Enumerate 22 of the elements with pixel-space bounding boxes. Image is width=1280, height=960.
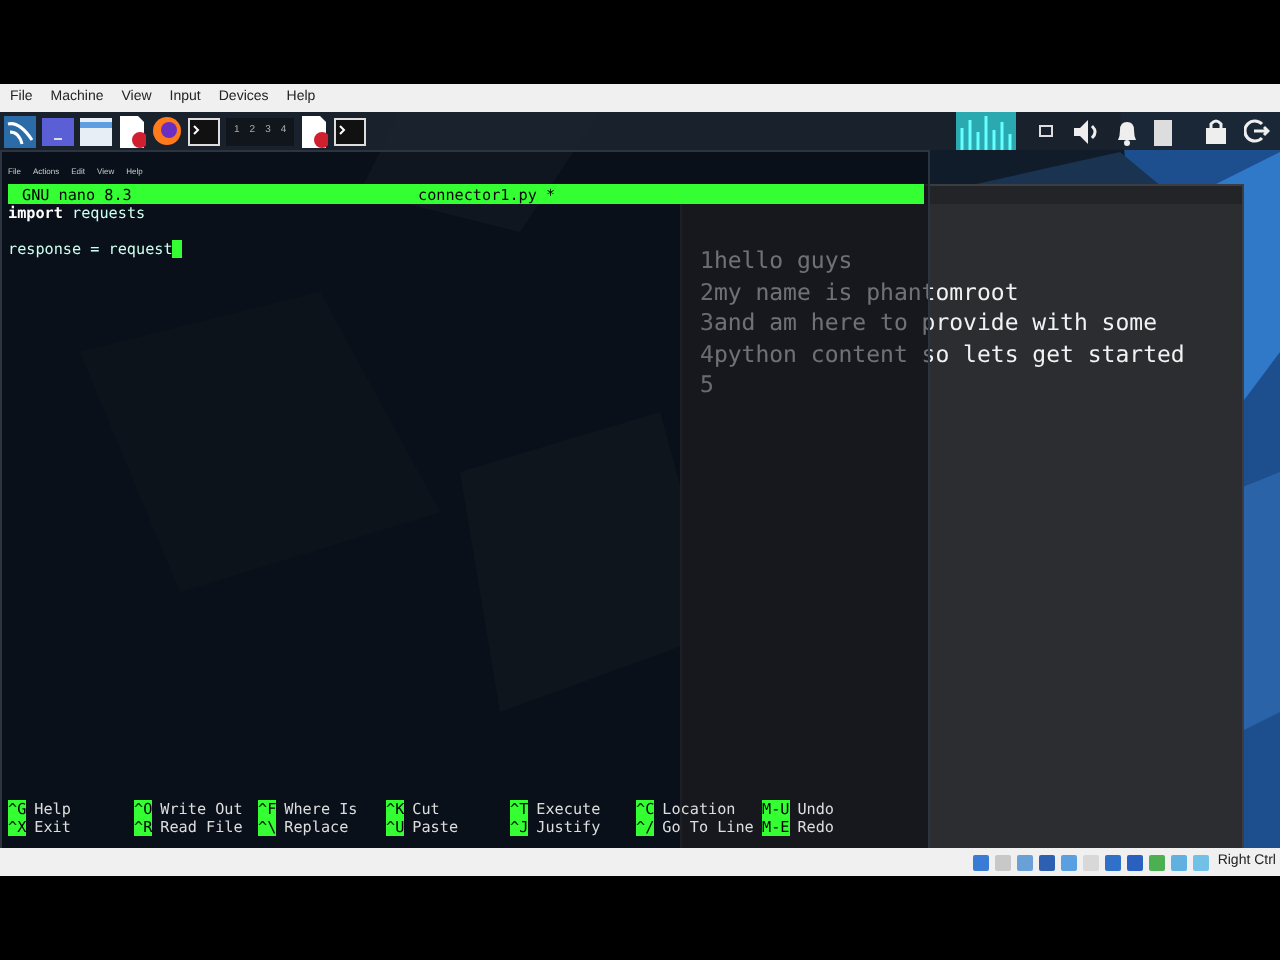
text-line: my name is phantomroot xyxy=(713,277,1019,308)
line-number: 4 xyxy=(700,339,714,370)
audio-visualizer-icon xyxy=(956,112,1016,150)
text-line: hello guys xyxy=(713,246,853,277)
battery-icon[interactable] xyxy=(1154,117,1172,145)
text-cursor xyxy=(172,240,182,258)
logout-icon[interactable] xyxy=(1244,118,1270,144)
bell-icon[interactable] xyxy=(1114,117,1140,145)
square-icon[interactable] xyxy=(1038,123,1054,139)
terminal-icon[interactable] xyxy=(334,117,367,145)
browser-icon[interactable] xyxy=(152,116,182,146)
lock-icon[interactable] xyxy=(1206,118,1226,144)
line-number: 5 xyxy=(700,370,714,401)
text-line: and am here to provide with some xyxy=(713,308,1157,339)
line-number: 2 xyxy=(700,277,714,308)
terminal-icon[interactable] xyxy=(188,117,220,145)
document-icon[interactable] xyxy=(300,115,329,147)
document-icon[interactable] xyxy=(118,115,146,147)
line-number: 1 xyxy=(700,246,714,277)
volume-icon[interactable] xyxy=(1072,117,1100,145)
folder-icon[interactable] xyxy=(80,117,112,145)
line-number: 3 xyxy=(700,308,714,339)
